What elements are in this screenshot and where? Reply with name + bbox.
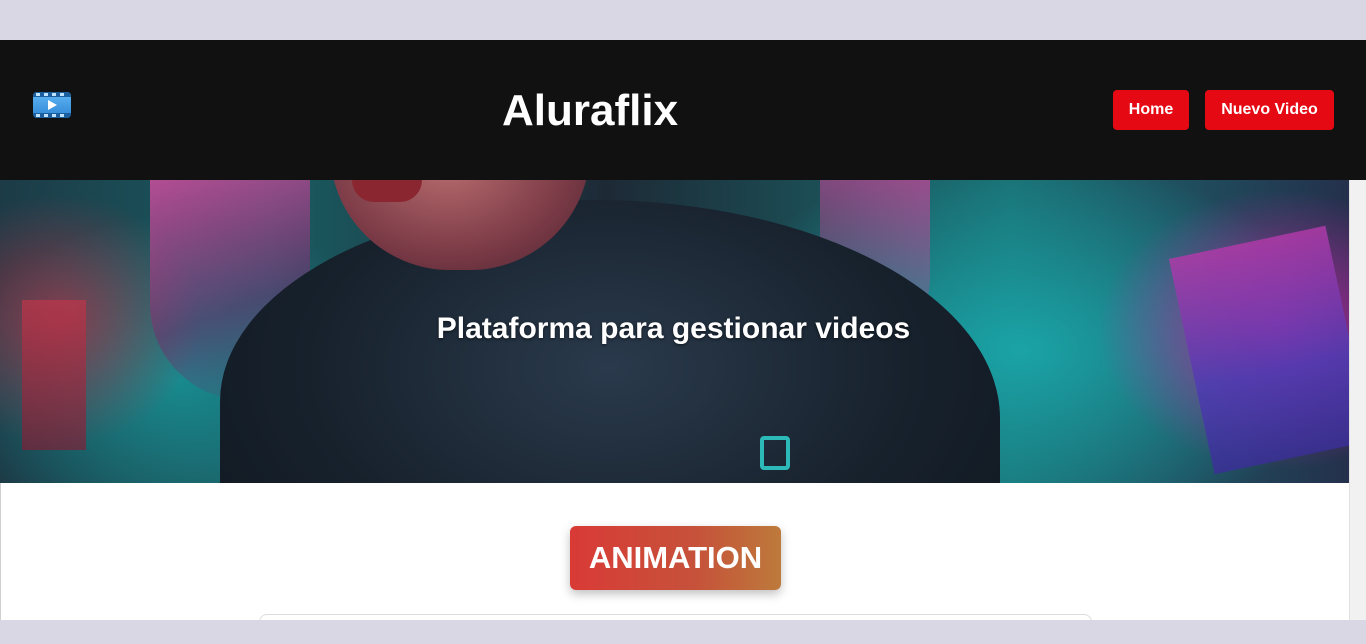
new-video-button[interactable]: Nuevo Video	[1205, 90, 1334, 130]
category-title-animation: ANIMATION	[570, 526, 781, 590]
home-button[interactable]: Home	[1113, 90, 1189, 130]
video-card-container	[259, 614, 1092, 620]
category-section: ANIMATION	[0, 483, 1349, 620]
film-play-icon[interactable]	[33, 92, 71, 118]
app-frame: Aluraflix Home Nuevo Video Plataforma pa…	[0, 40, 1366, 620]
hero-accent	[760, 436, 790, 470]
vertical-scrollbar[interactable]	[1349, 180, 1366, 620]
hero-tagline: Plataforma para gestionar videos	[436, 312, 911, 345]
app-title: Aluraflix	[502, 86, 679, 135]
site-header: Aluraflix Home Nuevo Video	[0, 40, 1366, 180]
hero-background-sign	[1168, 225, 1349, 475]
hero-banner: Plataforma para gestionar videos	[0, 180, 1349, 483]
hero-lips	[352, 180, 422, 202]
